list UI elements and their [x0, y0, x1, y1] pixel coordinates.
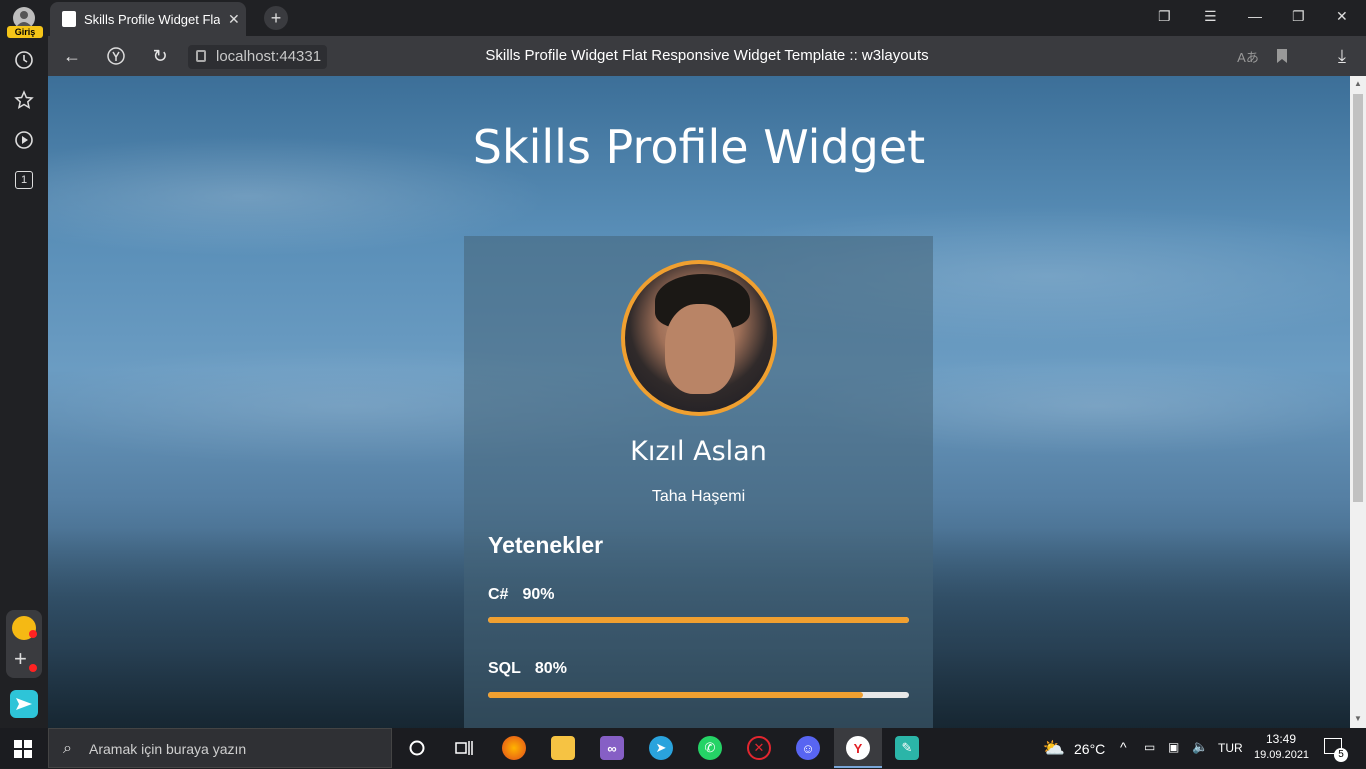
dev-tool-icon[interactable]: ✎: [895, 736, 919, 760]
clock-time[interactable]: 13:49: [1266, 732, 1296, 746]
temperature[interactable]: 26°C: [1074, 741, 1105, 757]
close-window-icon[interactable]: ✕: [1336, 8, 1348, 25]
file-explorer-icon[interactable]: [551, 736, 575, 760]
profile-avatar: [621, 260, 777, 416]
search-icon: ⌕: [63, 740, 72, 757]
skill-progress-bar: [488, 617, 909, 623]
scroll-thumb[interactable]: [1353, 94, 1363, 502]
skill-progress-bar: [488, 692, 909, 698]
skill-percent: 80%: [534, 660, 567, 677]
address-bar: ← ↻ localhost:44331 Skills Profile Widge…: [48, 36, 1366, 76]
notification-dot-icon: [29, 664, 37, 672]
weather-icon[interactable]: ⛅: [1042, 736, 1066, 760]
visual-studio-icon[interactable]: ∞: [600, 736, 624, 760]
minimize-icon[interactable]: —: [1248, 8, 1262, 24]
windows-start-icon[interactable]: [14, 740, 32, 763]
scroll-down-icon[interactable]: ▼: [1354, 714, 1362, 723]
translate-icon[interactable]: Aあ: [1236, 44, 1260, 68]
discord-icon[interactable]: ☺: [796, 736, 820, 760]
close-tab-icon[interactable]: ✕: [228, 11, 240, 28]
page-title: Skills Profile Widget Flat Responsive Wi…: [485, 47, 929, 64]
whatsapp-icon[interactable]: ✆: [698, 736, 722, 760]
yandex-browser-icon[interactable]: Y: [846, 736, 870, 760]
bookmark-icon[interactable]: [1270, 44, 1294, 68]
input-language[interactable]: TUR: [1218, 741, 1243, 755]
tab-counter-icon[interactable]: 1: [12, 168, 36, 192]
restore-icon[interactable]: ❐: [1292, 8, 1305, 25]
profile-name: Kızıl Aslan: [630, 436, 767, 467]
task-view-icon[interactable]: [452, 736, 476, 760]
tray-expand-icon[interactable]: ^: [1120, 739, 1127, 755]
page-content: Skills Profile Widget Kızıl Aslan Taha H…: [48, 76, 1350, 728]
skill-name: C#: [488, 586, 509, 603]
tabs-manager-icon[interactable]: ❐: [1158, 8, 1171, 25]
windows-taskbar: ⌕ Aramak için buraya yazın ∞ ➤ ✆ ✕ ☺ Y ✎…: [0, 728, 1366, 768]
notification-count: 5: [1334, 748, 1348, 762]
profile-subtitle: Taha Haşemi: [651, 488, 746, 505]
profile-card: Kızıl Aslan Taha Haşemi Yetenekler C# 90%…: [464, 236, 933, 728]
search-placeholder: Aramak için buraya yazın: [89, 741, 247, 757]
skill-percent: 90%: [522, 586, 555, 603]
battery-icon[interactable]: ▭: [1144, 740, 1155, 754]
login-badge[interactable]: Giriş: [7, 26, 43, 38]
menu-icon[interactable]: ☰: [1204, 8, 1217, 25]
page-favicon-icon: [62, 11, 76, 27]
skill-progress-fill: [488, 692, 863, 698]
telegram-icon[interactable]: ➤: [649, 736, 673, 760]
history-icon[interactable]: [12, 48, 36, 72]
volume-icon[interactable]: 🔈: [1192, 739, 1208, 755]
video-play-icon[interactable]: [12, 128, 36, 152]
notification-dot-icon: [29, 630, 37, 638]
network-icon[interactable]: ▣: [1168, 740, 1179, 754]
skills-heading: Yetenekler: [488, 532, 604, 558]
skill-progress-fill: [488, 617, 909, 623]
download-icon[interactable]: ⤓: [1330, 44, 1354, 68]
skill-label: C# 90%: [488, 586, 568, 604]
scroll-up-icon[interactable]: ▲: [1354, 79, 1362, 88]
skill-name: SQL: [488, 660, 521, 677]
browser-sidebar: Giriş 1 +: [0, 0, 48, 728]
cortana-icon[interactable]: [405, 736, 429, 760]
tab-counter: 1: [15, 171, 33, 189]
avatar-face: [665, 304, 735, 394]
clock-date[interactable]: 19.09.2021: [1254, 749, 1309, 761]
page-heading: Skills Profile Widget: [472, 120, 926, 174]
game-app-icon[interactable]: ✕: [747, 736, 771, 760]
skill-label: SQL 80%: [488, 660, 581, 678]
messenger-app-icon[interactable]: [10, 690, 38, 718]
firefox-icon[interactable]: [502, 736, 526, 760]
bookmarks-star-icon[interactable]: [12, 88, 36, 112]
sidebar-apps-panel: +: [6, 610, 42, 678]
active-tab[interactable]: Skills Profile Widget Flat ✕: [50, 2, 246, 36]
tab-title: Skills Profile Widget Flat: [84, 11, 220, 27]
vertical-scrollbar[interactable]: ▲ ▼: [1350, 76, 1366, 728]
taskbar-search-input[interactable]: ⌕ Aramak için buraya yazın: [48, 728, 392, 768]
tab-bar: Skills Profile Widget Flat ✕ + ❐ ☰ — ❐ ✕: [48, 0, 1366, 36]
new-tab-button[interactable]: +: [264, 6, 288, 30]
add-app-icon[interactable]: +: [14, 648, 27, 670]
